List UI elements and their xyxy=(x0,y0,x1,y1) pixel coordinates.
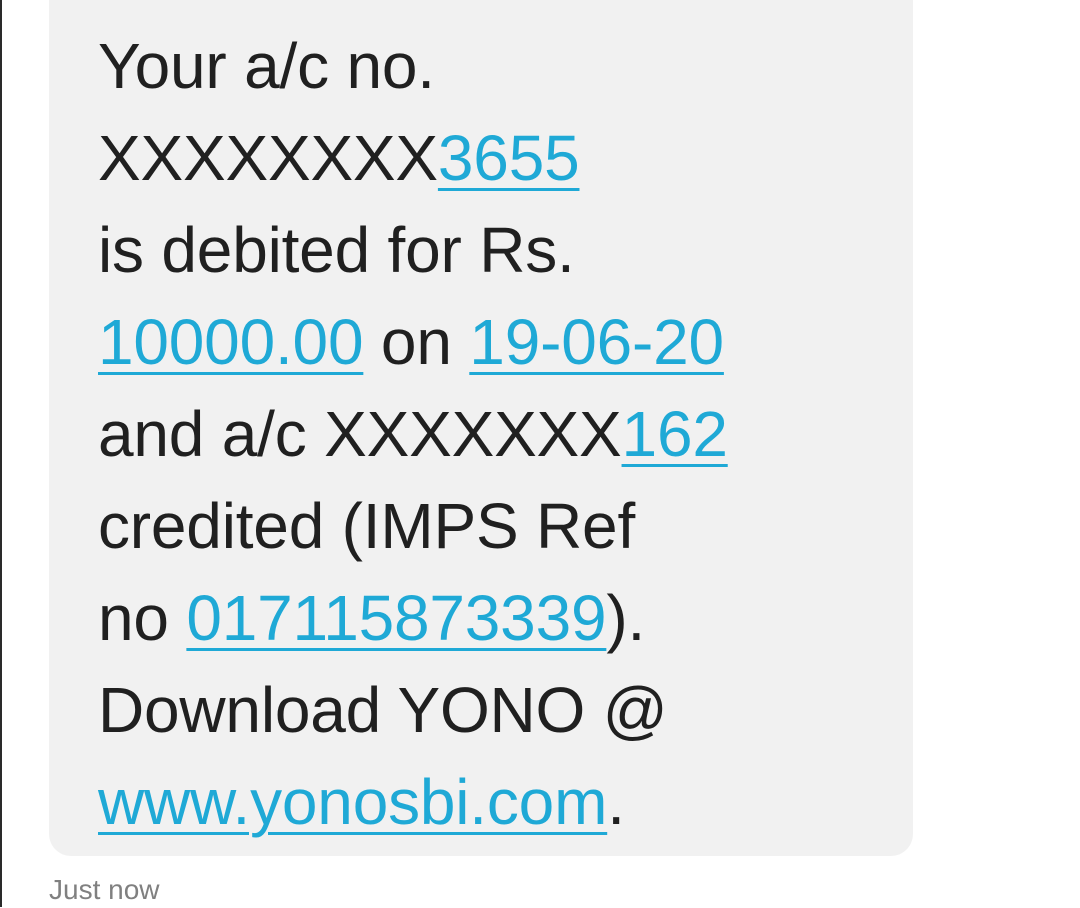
message-line-5: and a/c XXXXXXX162 xyxy=(98,388,898,480)
message-line-8: Download YONO @ xyxy=(98,664,898,756)
message-line-6: credited (IMPS Ref xyxy=(98,480,898,572)
message-text: . xyxy=(607,766,625,838)
account-number-link[interactable]: 3655 xyxy=(438,122,580,194)
message-text: on xyxy=(363,306,470,378)
message-line-2: XXXXXXXX3655 xyxy=(98,112,898,204)
screen-edge-divider xyxy=(0,0,2,907)
website-link[interactable]: www.yonosbi.com xyxy=(98,766,607,838)
date-link[interactable]: 19-06-20 xyxy=(469,306,724,378)
message-text: and a/c XXXXXXX xyxy=(98,398,622,470)
amount-link[interactable]: 10000.00 xyxy=(98,306,364,378)
message-line-3: is debited for Rs. xyxy=(98,204,898,296)
masked-account-text: XXXXXXXX xyxy=(98,122,438,194)
message-body[interactable]: Your a/c no. XXXXXXXX3655 is debited for… xyxy=(98,20,898,848)
message-line-7: no 017115873339). xyxy=(98,572,898,664)
message-line-1: Your a/c no. xyxy=(98,20,898,112)
message-text: ). xyxy=(606,582,646,654)
message-line-4: 10000.00 on 19-06-20 xyxy=(98,296,898,388)
message-text: is debited for Rs. xyxy=(98,214,575,286)
message-text: credited (IMPS Ref xyxy=(98,490,636,562)
message-timestamp: Just now xyxy=(49,874,160,905)
message-text: no xyxy=(98,582,187,654)
message-line-9: www.yonosbi.com. xyxy=(98,756,898,848)
imps-ref-link[interactable]: 017115873339 xyxy=(186,582,606,654)
message-text: Download YONO @ xyxy=(98,674,668,746)
message-text: Your a/c no. xyxy=(98,30,435,102)
credited-account-link[interactable]: 162 xyxy=(622,398,728,470)
